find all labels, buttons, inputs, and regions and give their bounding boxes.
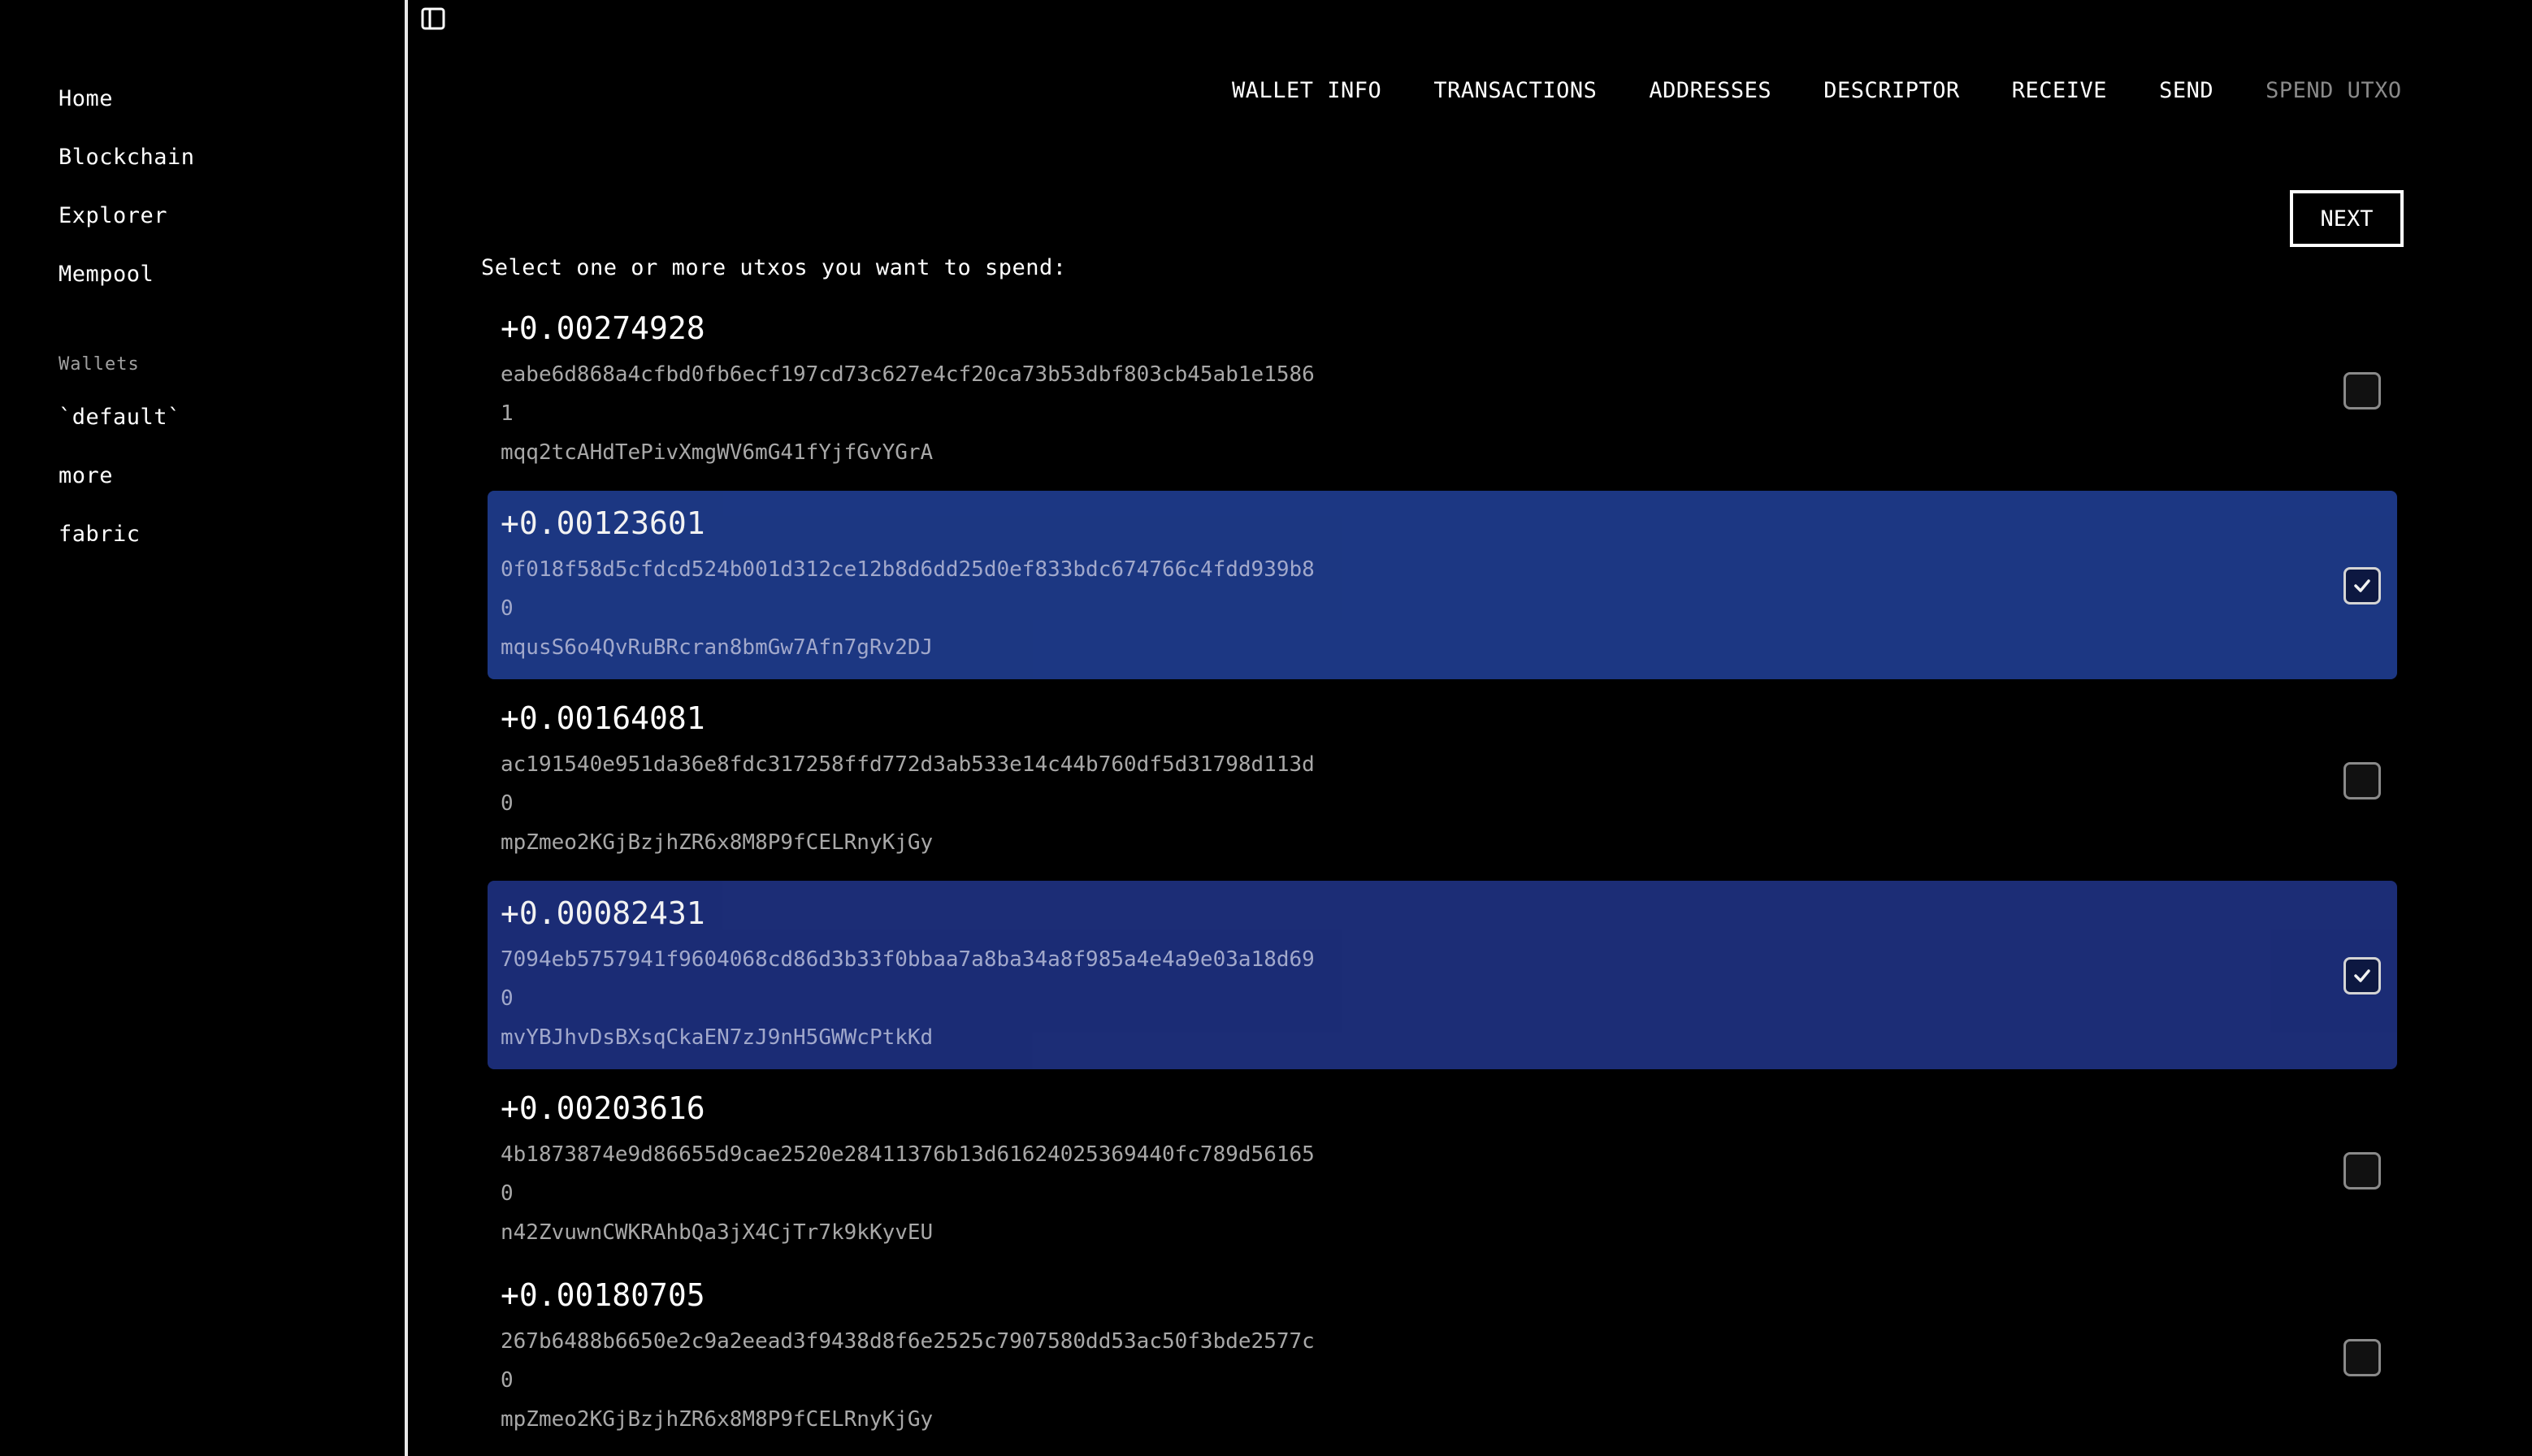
sidebar-item-blockchain[interactable]: Blockchain	[59, 145, 195, 170]
sidebar-item-mempool[interactable]: Mempool	[59, 262, 154, 287]
utxo-amount: +0.00274928	[501, 310, 705, 346]
sidebar-wallet-default[interactable]: `default`	[59, 405, 181, 430]
utxo-txid: 7094eb5757941f9604068cd86d3b33f0bbaa7a8b…	[501, 947, 1315, 972]
utxo-txid: eabe6d868a4cfbd0fb6ecf197cd73c627e4cf20c…	[501, 362, 1315, 387]
utxo-address: mpZmeo2KGjBzjhZR6x8M8P9fCELRnyKjGy	[501, 830, 934, 855]
instruction-text: Select one or more utxos you want to spe…	[481, 255, 1067, 280]
utxo-address: n42ZvuwnCWKRAhbQa3jX4CjTr7k9kKyvEU	[501, 1220, 934, 1245]
utxo-address: mpZmeo2KGjBzjhZR6x8M8P9fCELRnyKjGy	[501, 1407, 934, 1432]
sidebar-toggle-icon[interactable]	[421, 6, 445, 31]
utxo-checkbox[interactable]	[2343, 762, 2381, 800]
utxo-address: mqq2tcAHdTePivXmgWV6mG41fYjfGvYGrA	[501, 440, 934, 465]
utxo-amount: +0.00123601	[501, 505, 705, 541]
app-root: Home Blockchain Explorer Mempool Wallets…	[0, 0, 2532, 1456]
wallet-tabs: WALLET INFO TRANSACTIONS ADDRESSES DESCR…	[1232, 78, 2402, 103]
utxo-amount: +0.00082431	[501, 895, 705, 931]
utxo-amount: +0.00164081	[501, 700, 705, 736]
utxo-item[interactable]: +0.00203616 4b1873874e9d86655d9cae2520e2…	[488, 1076, 2397, 1264]
utxo-checkbox[interactable]	[2343, 1152, 2381, 1190]
tab-addresses[interactable]: ADDRESSES	[1649, 78, 1771, 103]
tab-wallet-info[interactable]: WALLET INFO	[1232, 78, 1381, 103]
next-button[interactable]: NEXT	[2290, 190, 2404, 247]
tab-send[interactable]: SEND	[2159, 78, 2213, 103]
utxo-amount: +0.00180705	[501, 1277, 705, 1313]
utxo-vout: 1	[501, 401, 514, 426]
sidebar-item-home[interactable]: Home	[59, 86, 113, 111]
utxo-item[interactable]: +0.00180705 267b6488b6650e2c9a2eead3f943…	[488, 1263, 2397, 1456]
utxo-txid: 4b1873874e9d86655d9cae2520e28411376b13d6…	[501, 1142, 1315, 1167]
utxo-vout: 0	[501, 1181, 514, 1206]
utxo-vout: 0	[501, 986, 514, 1011]
utxo-vout: 0	[501, 791, 514, 816]
utxo-item[interactable]: +0.00082431 7094eb5757941f9604068cd86d3b…	[488, 881, 2397, 1069]
tab-receive[interactable]: RECEIVE	[2012, 78, 2107, 103]
utxo-address: mqusS6o4QvRuBRcran8bmGw7Afn7gRv2DJ	[501, 635, 934, 660]
utxo-checkbox[interactable]	[2343, 372, 2381, 410]
checkmark-icon	[2354, 969, 2370, 982]
utxo-checkbox[interactable]	[2343, 957, 2381, 994]
utxo-txid: ac191540e951da36e8fdc317258ffd772d3ab533…	[501, 752, 1315, 777]
utxo-vout: 0	[501, 596, 514, 621]
sidebar-wallet-more[interactable]: more	[59, 463, 113, 488]
utxo-checkbox[interactable]	[2343, 1339, 2381, 1376]
utxo-amount: +0.00203616	[501, 1090, 705, 1126]
tab-descriptor[interactable]: DESCRIPTOR	[1823, 78, 1960, 103]
utxo-address: mvYBJhvDsBXsqCkaEN7zJ9nH5GWWcPtkKd	[501, 1025, 934, 1050]
panel-left-icon	[421, 7, 445, 30]
sidebar: Home Blockchain Explorer Mempool Wallets…	[0, 0, 408, 1456]
utxo-checkbox[interactable]	[2343, 567, 2381, 604]
wallets-section-label: Wallets	[59, 354, 140, 375]
utxo-item[interactable]: +0.00274928 eabe6d868a4cfbd0fb6ecf197cd7…	[488, 296, 2397, 484]
sidebar-item-explorer[interactable]: Explorer	[59, 203, 167, 228]
utxo-vout: 0	[501, 1368, 514, 1393]
utxo-txid: 267b6488b6650e2c9a2eead3f9438d8f6e2525c7…	[501, 1329, 1315, 1354]
utxo-txid: 0f018f58d5cfdcd524b001d312ce12b8d6dd25d0…	[501, 557, 1315, 582]
sidebar-wallet-fabric[interactable]: fabric	[59, 522, 141, 547]
checkmark-icon	[2354, 579, 2370, 592]
tab-transactions[interactable]: TRANSACTIONS	[1433, 78, 1597, 103]
utxo-item[interactable]: +0.00164081 ac191540e951da36e8fdc317258f…	[488, 686, 2397, 874]
tab-spend-utxo[interactable]: SPEND UTXO	[2265, 78, 2402, 103]
utxo-item[interactable]: +0.00123601 0f018f58d5cfdcd524b001d312ce…	[488, 491, 2397, 679]
